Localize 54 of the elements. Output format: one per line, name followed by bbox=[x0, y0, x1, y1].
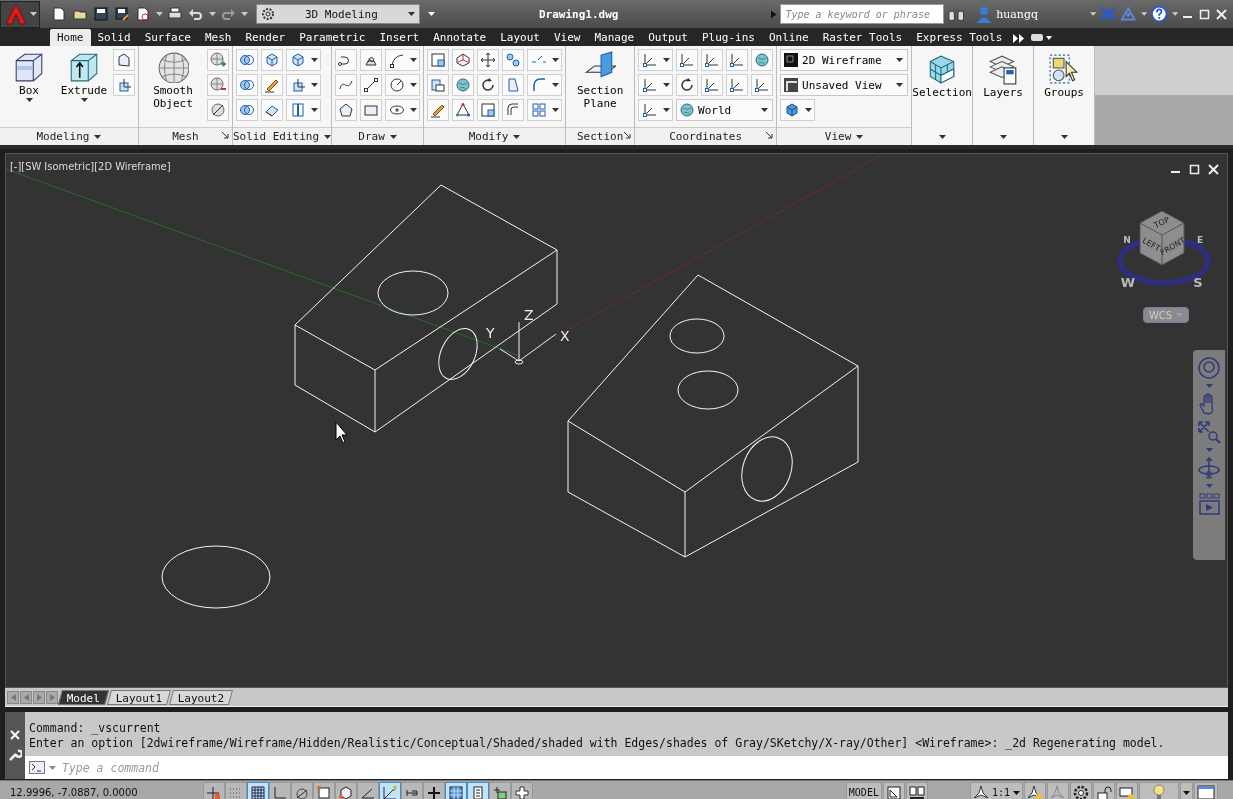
ribbon-tab[interactable]: Raster Tools bbox=[815, 29, 910, 46]
model-space-button[interactable]: MODEL bbox=[845, 782, 882, 799]
axis-label: Z bbox=[524, 307, 534, 323]
ribbon-tab[interactable]: Home bbox=[50, 29, 91, 46]
ribbon-tab[interactable]: Render bbox=[238, 29, 293, 46]
ribbon-button[interactable]: Extrude bbox=[58, 49, 110, 104]
ribbon-tab[interactable]: Solid bbox=[90, 29, 138, 46]
panel-title: View bbox=[824, 130, 852, 143]
panel-title: Mesh bbox=[172, 130, 199, 143]
user-name[interactable]: huangq bbox=[996, 7, 1039, 21]
command-input[interactable]: Type a command bbox=[60, 759, 1228, 776]
command-line-field[interactable]: Type a command bbox=[25, 756, 1228, 779]
compass-label[interactable]: S bbox=[1193, 275, 1203, 290]
ribbon-tab[interactable]: Mesh bbox=[198, 29, 239, 46]
ribbon-tab[interactable]: Express Tools bbox=[909, 29, 1010, 46]
panel-title: Solid Editing bbox=[233, 130, 320, 143]
annotation-scale-button[interactable]: 1:1 bbox=[969, 782, 1023, 799]
ribbon-tab[interactable]: Annotate bbox=[426, 29, 494, 46]
search-field[interactable]: Type a keyword or phrase bbox=[780, 4, 944, 24]
panel-title: Coordinates bbox=[669, 130, 742, 143]
compass-label[interactable]: E bbox=[1196, 235, 1204, 245]
ribbon-tab[interactable]: Parametric bbox=[292, 29, 373, 46]
axis-label: Y bbox=[486, 325, 495, 341]
ribbon-tab[interactable]: View bbox=[546, 29, 588, 46]
ribbon-tab[interactable]: Layout bbox=[493, 29, 547, 46]
panel-title: Section bbox=[576, 130, 624, 143]
layout-tab[interactable]: Layout1 bbox=[107, 689, 172, 705]
ribbon-button[interactable]: Smooth Object bbox=[142, 49, 204, 112]
ribbon-tab[interactable]: Surface bbox=[137, 29, 198, 46]
layout-tab[interactable]: Layout2 bbox=[169, 689, 234, 705]
panel-title: Draw bbox=[358, 130, 385, 143]
window-title: Drawing1.dwg bbox=[538, 7, 620, 21]
face-label[interactable]: TOP bbox=[1152, 215, 1171, 230]
ribbon-button[interactable]: Section Plane bbox=[569, 49, 632, 112]
ribbon-tab[interactable]: Online bbox=[761, 29, 816, 46]
viewport-label[interactable]: [-][SW Isometric][2D Wireframe] bbox=[10, 160, 171, 173]
ribbon-tab[interactable]: Manage bbox=[587, 29, 642, 46]
ribbon-tab[interactable]: Plug-ins bbox=[694, 29, 762, 46]
ribbon-button[interactable]: Box bbox=[3, 49, 55, 104]
ribbon-tab[interactable]: Output bbox=[641, 29, 695, 46]
compass-label[interactable]: W bbox=[1120, 275, 1136, 290]
coordinate-system-dropdown[interactable]: World bbox=[676, 99, 774, 121]
coordinates-readout: 12.9996, -7.0887, 0.0000 bbox=[9, 787, 139, 798]
command-history-line: Enter an option [2dwireframe/Wireframe/Hidden/Realistic/Conceptual/Shaded/shaded with Edges/shades of Gray/SKetchy/X-ray/Other] <Wireframe>: _2d Regenerating model. bbox=[29, 736, 1166, 751]
compass-label[interactable]: N bbox=[1123, 235, 1131, 245]
command-history-line: Command: _vscurrent bbox=[29, 721, 162, 736]
panel-title: Modeling bbox=[36, 130, 90, 143]
model-tab[interactable]: Model bbox=[58, 689, 110, 705]
view-dropdown[interactable]: Unsaved View bbox=[780, 74, 909, 96]
ribbon-tab[interactable]: Insert bbox=[372, 29, 427, 46]
view-dropdown[interactable]: 2D Wireframe bbox=[780, 49, 909, 71]
panel-title: Modify bbox=[468, 130, 509, 143]
workspace-dropdown[interactable]: 3D Modeling bbox=[256, 4, 420, 24]
axis-label: X bbox=[560, 328, 570, 344]
